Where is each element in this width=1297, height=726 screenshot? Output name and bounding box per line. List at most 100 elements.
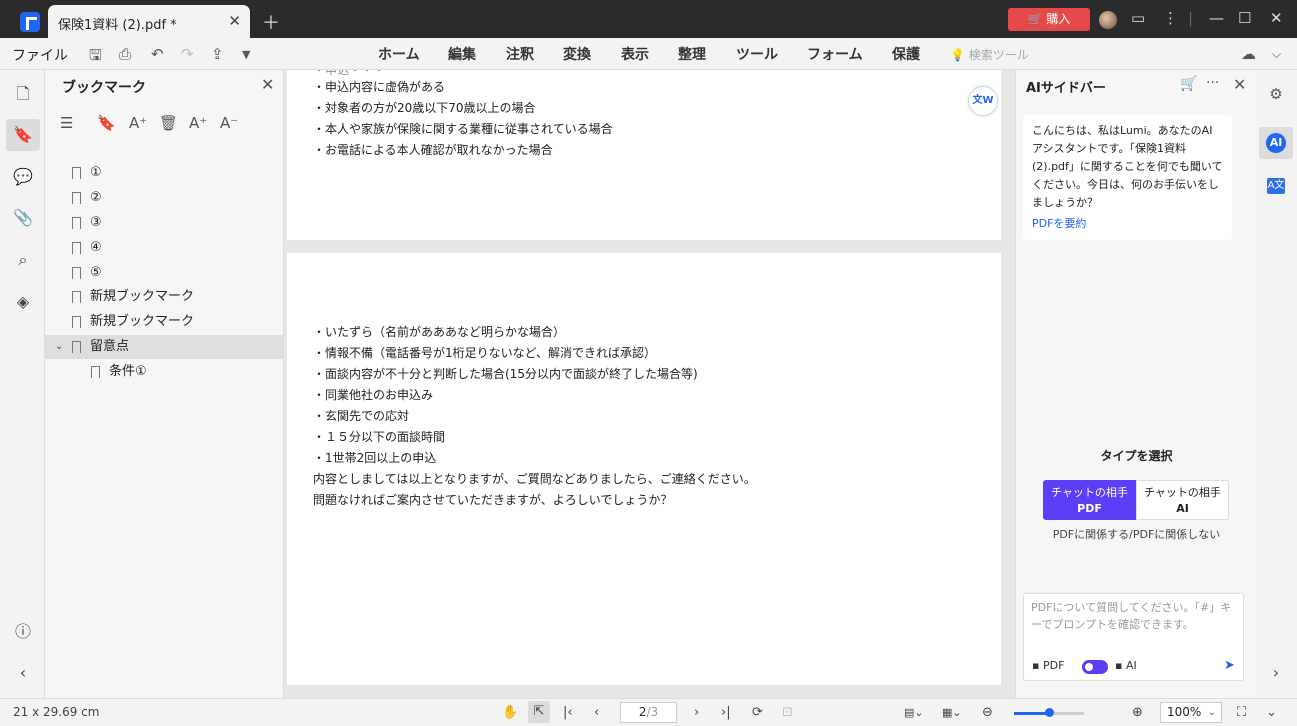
bookmark-item[interactable]: ③: [45, 211, 283, 235]
bookmark-panel-icon[interactable]: 🔖: [6, 119, 40, 151]
close-window-icon[interactable]: ✕: [1270, 9, 1283, 27]
share-icon[interactable]: ⇪: [211, 45, 224, 63]
chevron-down-icon[interactable]: ⌄: [55, 335, 63, 359]
select-tool-icon[interactable]: ⇱: [528, 701, 550, 723]
avatar[interactable]: [1099, 11, 1117, 29]
cloud-upload-icon[interactable]: ☁: [1241, 45, 1256, 63]
fit-page-icon[interactable]: ⊡: [782, 705, 793, 720]
help-icon[interactable]: ⓘ: [6, 616, 40, 648]
new-tab-icon[interactable]: ＋: [262, 9, 280, 35]
tab-home[interactable]: ホーム: [378, 44, 420, 64]
next-page-icon[interactable]: ›: [694, 705, 699, 720]
minimize-icon[interactable]: —: [1209, 9, 1224, 27]
fullscreen-icon[interactable]: ⛶: [1237, 705, 1246, 720]
page-size: 21 x 29.69 cm: [13, 705, 100, 719]
close-icon[interactable]: ✕: [261, 75, 274, 94]
tab-view[interactable]: 表示: [621, 44, 649, 64]
cart-icon[interactable]: 🛒: [1180, 76, 1197, 92]
collapse-left-icon[interactable]: ‹: [6, 657, 40, 689]
zoom-in-icon[interactable]: ⊕: [1132, 705, 1143, 720]
close-tab-icon[interactable]: ✕: [228, 12, 241, 30]
menu-bar: ファイル 🖫 ⎙ ↶ ↷ ⇪ ▼ ホーム 編集 注釈 変換 表示 整理 ツール …: [0, 38, 1297, 70]
option-label: チャットの相手: [1144, 486, 1221, 499]
zoom-slider-knob[interactable]: [1045, 708, 1054, 717]
bookmark-item[interactable]: ⑤: [45, 261, 283, 285]
maximize-icon[interactable]: ☐: [1238, 9, 1251, 27]
search-tools-button[interactable]: 💡 検索ツール: [950, 46, 1029, 63]
comment-icon[interactable]: 💬: [6, 161, 40, 193]
bookmark-item[interactable]: ①: [45, 161, 283, 185]
redo-icon[interactable]: ↷: [181, 45, 194, 63]
bookmark-icon: [72, 267, 81, 280]
ai-greeting-text: こんにちは、私はLumi。あなたのAIアシスタントです。「保険1資料(2).pd…: [1032, 124, 1223, 209]
save-icon[interactable]: 🖫: [89, 45, 102, 70]
delete-bookmark-icon[interactable]: 🗑: [159, 114, 178, 132]
view-mode-dropdown[interactable]: ▦⌄: [942, 706, 962, 719]
bookmark-icon: [91, 366, 100, 379]
bookmark-icon: [72, 192, 81, 205]
zoom-slider[interactable]: [1014, 708, 1084, 717]
tab-protect[interactable]: 保護: [892, 44, 920, 64]
chat-ai-option[interactable]: チャットの相手 AI: [1136, 480, 1229, 520]
more-horizontal-icon[interactable]: ···: [1206, 75, 1219, 91]
tab-annotate[interactable]: 注釈: [506, 44, 534, 64]
tab-convert[interactable]: 変換: [563, 44, 591, 64]
chat-icon[interactable]: ▭: [1131, 9, 1145, 27]
search-icon[interactable]: ⌕: [6, 244, 40, 276]
zoom-select[interactable]: 100% ⌄: [1160, 702, 1222, 723]
bookmark-options-icon[interactable]: ☰: [60, 114, 73, 132]
print-icon[interactable]: ⎙: [119, 45, 131, 63]
file-menu[interactable]: ファイル: [12, 45, 68, 65]
undo-icon[interactable]: ↶: [151, 45, 164, 63]
tab-forms[interactable]: フォーム: [807, 44, 863, 64]
rotate-icon[interactable]: ⟳: [752, 705, 763, 720]
chat-pdf-option[interactable]: チャットの相手 PDF: [1043, 480, 1136, 520]
bookmark-item[interactable]: ②: [45, 186, 283, 210]
prev-page-icon[interactable]: ‹: [594, 705, 599, 720]
toggle-ai-label: ▪ AI: [1115, 659, 1137, 672]
translate-icon[interactable]: 文W: [968, 86, 998, 116]
page-thumbnails-icon[interactable]: 🗋: [6, 78, 40, 110]
attachment-icon[interactable]: 📎: [6, 202, 40, 234]
page-number-input[interactable]: 2/3: [620, 702, 677, 723]
first-page-icon[interactable]: |‹: [563, 705, 573, 720]
bookmark-item-child[interactable]: 条件①: [45, 360, 283, 384]
summarize-pdf-link[interactable]: PDFを要約: [1032, 215, 1223, 233]
collapse-ribbon-icon[interactable]: ⌵: [1272, 47, 1281, 62]
tab-organize[interactable]: 整理: [678, 44, 706, 64]
option-value: AI: [1176, 502, 1189, 515]
ai-icon: AI: [1266, 133, 1286, 153]
expand-right-icon[interactable]: ›: [1259, 657, 1293, 689]
bookmark-item[interactable]: 新規ブックマーク: [45, 310, 283, 334]
close-icon[interactable]: ✕: [1233, 75, 1246, 94]
ai-bookmark-icon[interactable]: A⁺: [129, 114, 147, 132]
bookmark-item[interactable]: ④: [45, 236, 283, 260]
layers-icon[interactable]: ◈: [6, 286, 40, 318]
ai-assistant-button[interactable]: AI: [1259, 127, 1293, 159]
bookmark-icon: [72, 291, 81, 304]
send-icon[interactable]: ➤: [1224, 658, 1235, 673]
document-viewer[interactable]: ・申込・・・ ・申込内容に虚偽がある ・対象者の方が20歳以下70歳以上の場合 …: [284, 70, 1015, 698]
bookmark-label: ①: [90, 165, 102, 180]
translate-panel-button[interactable]: A文: [1259, 169, 1293, 201]
hand-tool-icon[interactable]: ✋: [502, 705, 518, 720]
pdf-ai-toggle[interactable]: [1082, 660, 1108, 674]
app-logo-icon[interactable]: [20, 12, 40, 32]
more-vert-icon[interactable]: ⋮: [1163, 9, 1178, 27]
text-line: ・１５分以下の面談時間: [313, 430, 446, 444]
decrease-font-icon[interactable]: A⁻: [220, 114, 238, 132]
buy-button[interactable]: 🛒 購入: [1008, 8, 1090, 31]
zoom-out-icon[interactable]: ⊖: [982, 705, 993, 720]
quick-access-dropdown-icon[interactable]: ▼: [242, 48, 250, 61]
document-tab[interactable]: 保険1資料 (2).pdf * ✕: [48, 5, 250, 38]
tab-edit[interactable]: 編集: [448, 44, 476, 64]
last-page-icon[interactable]: ›|: [721, 705, 731, 720]
tab-tools[interactable]: ツール: [736, 44, 778, 64]
properties-icon[interactable]: ⚙: [1259, 78, 1293, 110]
bookmark-item-selected[interactable]: ⌄ 留意点: [45, 335, 283, 359]
page-layout-dropdown[interactable]: ▤⌄: [904, 706, 924, 719]
settings-circle-icon[interactable]: ⌄: [1266, 705, 1277, 720]
add-bookmark-icon[interactable]: 🔖: [97, 114, 116, 132]
bookmark-item[interactable]: 新規ブックマーク: [45, 285, 283, 309]
increase-font-icon[interactable]: A⁺: [189, 114, 207, 132]
